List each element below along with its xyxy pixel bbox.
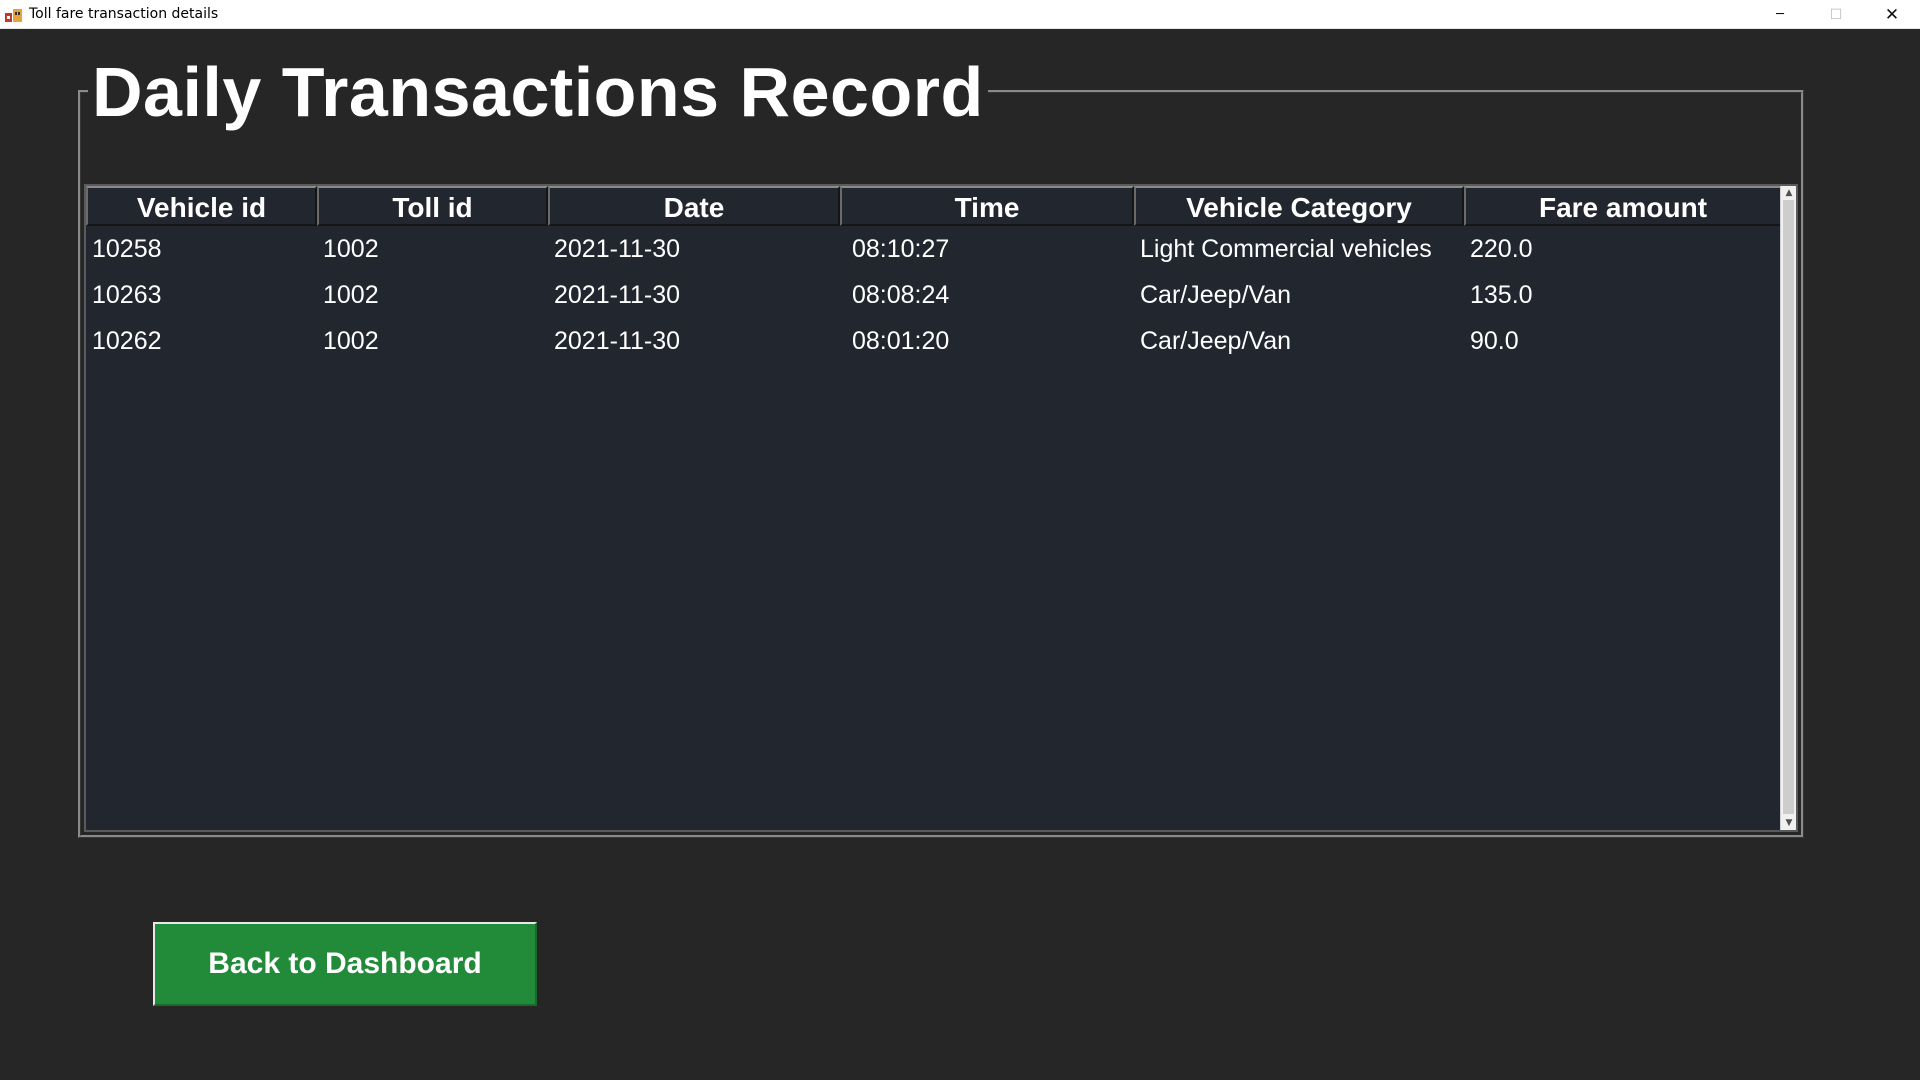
minimize-button[interactable]: ─	[1752, 0, 1808, 29]
cell-date: 2021-11-30	[554, 280, 681, 309]
cell-toll-id: 1002	[323, 326, 379, 355]
cell-date: 2021-11-30	[554, 326, 681, 355]
column-header-vehicle-id[interactable]: Vehicle id	[86, 186, 317, 226]
close-icon: ✕	[1884, 4, 1900, 25]
cell-fare-amount: 220.0	[1470, 234, 1533, 263]
maximize-icon: ☐	[1829, 6, 1843, 23]
cell-time: 08:08:24	[852, 280, 950, 309]
transactions-table[interactable]: Vehicle id Toll id Date Time Vehicle Cat…	[84, 184, 1798, 832]
scroll-up-arrow-icon[interactable]: ▲	[1781, 186, 1797, 200]
cell-date: 2021-11-30	[554, 234, 681, 263]
table-header: Vehicle id Toll id Date Time Vehicle Cat…	[86, 186, 1782, 226]
column-header-time[interactable]: Time	[840, 186, 1134, 226]
cell-vehicle-id: 10262	[92, 326, 162, 355]
cell-vehicle-category: Car/Jeep/Van	[1140, 280, 1292, 309]
cell-vehicle-id: 10258	[92, 234, 162, 263]
table-row[interactable]: 10258 1002 2021-11-30 08:10:27 Light Com…	[86, 226, 1782, 272]
window-title-bar[interactable]: Toll fare transaction details ─ ☐ ✕	[0, 0, 1920, 29]
cell-time: 08:01:20	[852, 326, 950, 355]
cell-fare-amount: 135.0	[1470, 280, 1533, 309]
scrollbar-thumb[interactable]	[1783, 200, 1794, 814]
cell-toll-id: 1002	[323, 234, 379, 263]
column-header-toll-id[interactable]: Toll id	[317, 186, 548, 226]
column-header-vehicle-category[interactable]: Vehicle Category	[1134, 186, 1464, 226]
cell-vehicle-id: 10263	[92, 280, 162, 309]
frame-title: Daily Transactions Record	[88, 52, 988, 132]
close-button[interactable]: ✕	[1864, 0, 1920, 29]
window-title: Toll fare transaction details	[29, 6, 219, 22]
back-to-dashboard-button[interactable]: Back to Dashboard	[153, 922, 537, 1006]
maximize-button[interactable]: ☐	[1808, 0, 1864, 29]
table-row[interactable]: 10263 1002 2021-11-30 08:08:24 Car/Jeep/…	[86, 272, 1782, 318]
table-body: 10258 1002 2021-11-30 08:10:27 Light Com…	[86, 226, 1782, 364]
table-row[interactable]: 10262 1002 2021-11-30 08:01:20 Car/Jeep/…	[86, 318, 1782, 364]
cell-fare-amount: 90.0	[1470, 326, 1519, 355]
cell-vehicle-category: Light Commercial vehicles	[1140, 234, 1432, 263]
column-header-fare-amount[interactable]: Fare amount	[1464, 186, 1782, 226]
scroll-down-arrow-icon[interactable]: ▼	[1781, 816, 1797, 830]
column-header-date[interactable]: Date	[548, 186, 840, 226]
vertical-scrollbar[interactable]: ▲ ▼	[1780, 186, 1796, 830]
app-icon	[3, 3, 25, 25]
cell-vehicle-category: Car/Jeep/Van	[1140, 326, 1292, 355]
cell-toll-id: 1002	[323, 280, 379, 309]
cell-time: 08:10:27	[852, 234, 950, 263]
minimize-icon: ─	[1776, 7, 1784, 22]
